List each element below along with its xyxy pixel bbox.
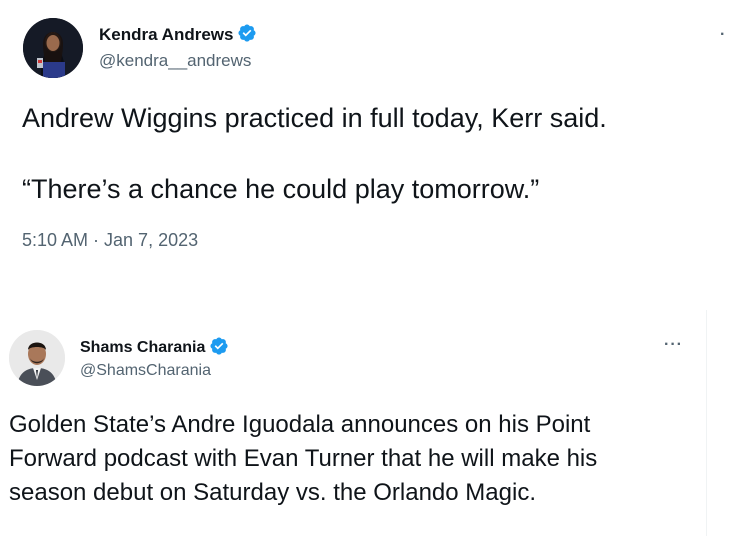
tweet-timestamp[interactable]: 5:10 AM · Jan 7, 2023: [22, 230, 198, 251]
display-name[interactable]: Kendra Andrews: [99, 25, 233, 45]
author-row: Kendra Andrews: [99, 23, 257, 48]
handle[interactable]: @ShamsCharania: [80, 362, 211, 380]
tweet-text-line-2: Forward podcast with Evan Turner that he…: [9, 445, 598, 472]
verified-badge-icon: [209, 336, 229, 361]
tweet-card-2[interactable]: Shams Charania @ShamsCharania ··· Golden…: [0, 310, 706, 536]
avatar[interactable]: [9, 330, 65, 386]
tweet-text-line-1: Andrew Wiggins practiced in full today, …: [22, 103, 607, 133]
avatar[interactable]: [23, 18, 83, 78]
tweet-text-line-1: Golden State’s Andre Iguodala announces …: [9, 411, 591, 438]
author-row: Shams Charania: [80, 336, 229, 361]
tweet-text-line-2: “There’s a chance he could play tomorrow…: [22, 174, 540, 204]
right-edge-panel: [706, 310, 736, 536]
verified-badge-icon: [237, 23, 257, 48]
display-name[interactable]: Shams Charania: [80, 339, 205, 357]
person-avatar-icon: [23, 18, 83, 78]
more-options-icon[interactable]: ···: [664, 336, 683, 354]
tweet-separator: [0, 278, 736, 310]
tweet-card-1[interactable]: Kendra Andrews @kendra__andrews · Andrew…: [0, 0, 736, 278]
more-options-dot-icon[interactable]: ·: [720, 26, 726, 44]
person-avatar-icon: [9, 330, 65, 386]
tweet-text-line-3: season debut on Saturday vs. the Orlando…: [9, 479, 536, 506]
handle[interactable]: @kendra__andrews: [99, 51, 251, 71]
